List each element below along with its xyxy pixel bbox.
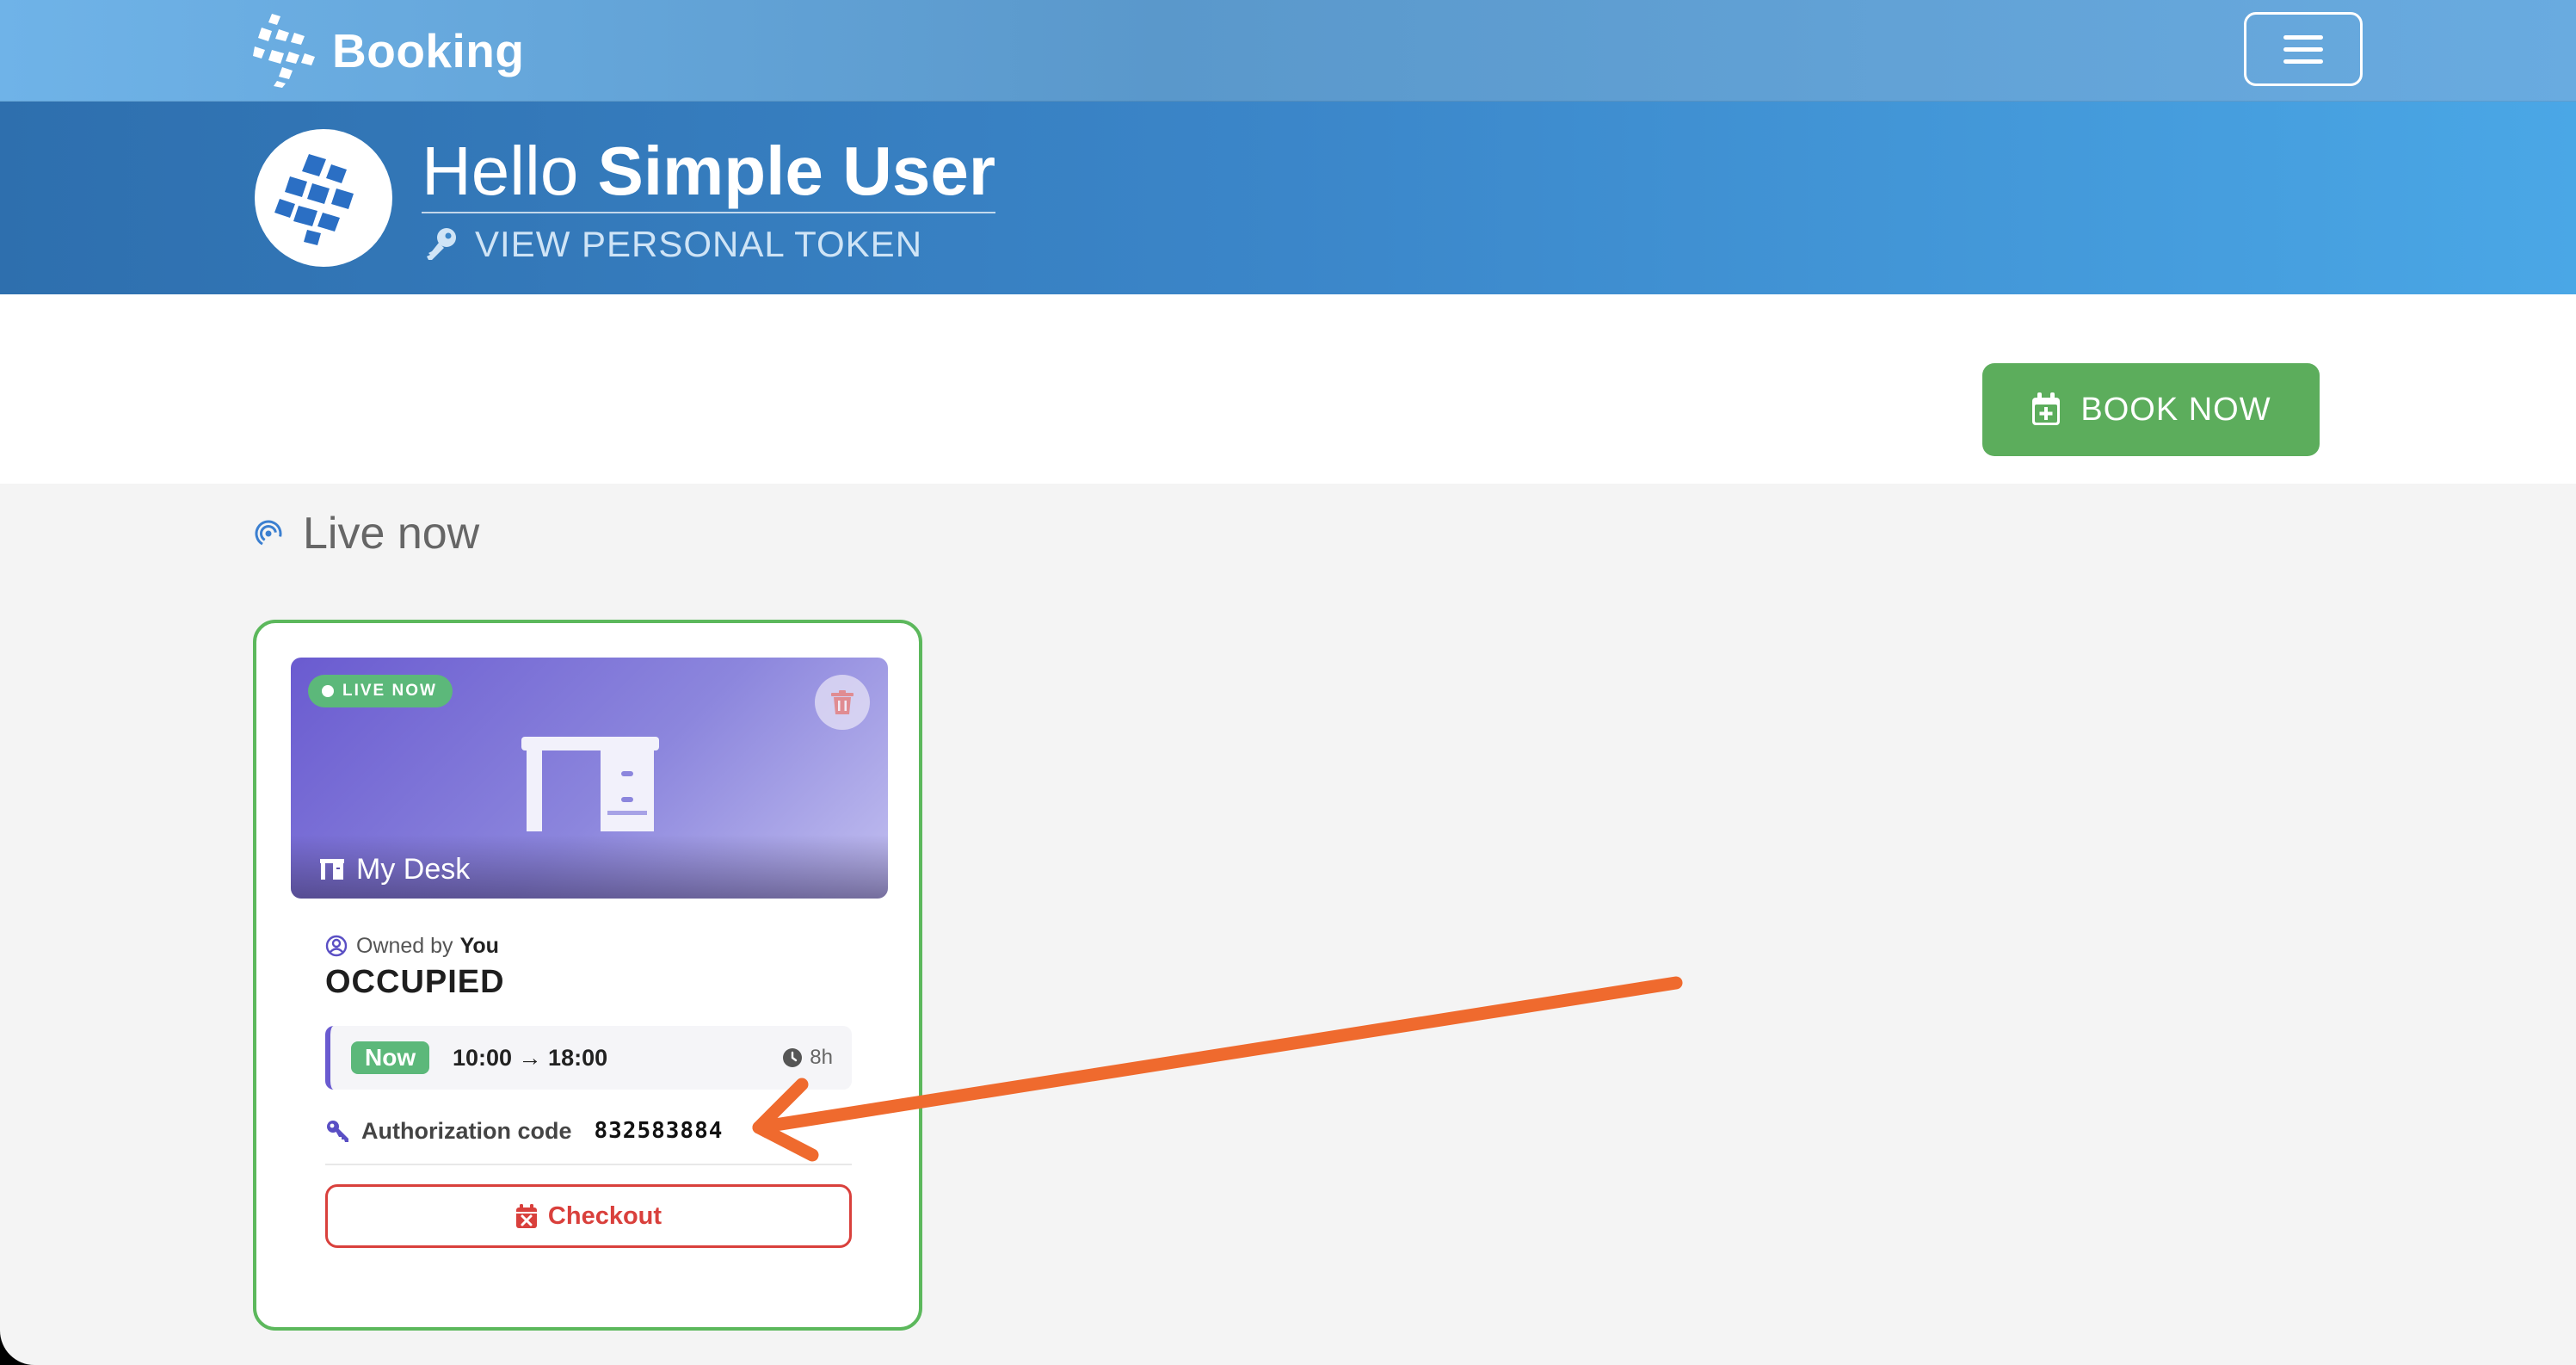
booking-status: OCCUPIED bbox=[325, 964, 505, 1000]
desk-small-icon bbox=[320, 859, 344, 880]
delete-booking-button[interactable] bbox=[815, 675, 870, 730]
view-personal-token-link[interactable]: VIEW PERSONAL TOKEN bbox=[422, 219, 922, 270]
authorization-code-value: 832583884 bbox=[594, 1118, 724, 1144]
clock-icon bbox=[783, 1048, 803, 1067]
live-now-title: Live now bbox=[303, 509, 480, 559]
menu-toggle-button[interactable] bbox=[2244, 12, 2363, 86]
book-now-button[interactable]: BOOK NOW bbox=[1982, 363, 2320, 456]
greeting-hello: Hello bbox=[422, 133, 579, 209]
resource-name-label: My Desk bbox=[356, 852, 471, 886]
trash-icon bbox=[831, 690, 854, 714]
authorization-code-label: Authorization code bbox=[361, 1117, 572, 1144]
avatar-logo-icon bbox=[274, 154, 354, 245]
brand-name: Booking bbox=[332, 24, 525, 77]
slot-duration: 8h bbox=[782, 1041, 833, 1074]
key-icon bbox=[427, 228, 456, 260]
action-bar: BOOK NOW bbox=[0, 294, 2576, 484]
hamburger-menu-icon bbox=[2283, 34, 2323, 40]
checkout-button[interactable]: Checkout bbox=[325, 1184, 852, 1248]
avatar bbox=[255, 129, 392, 267]
live-dot-icon bbox=[322, 685, 334, 697]
slot-time-range: 10:00 → 18:00 bbox=[453, 1044, 608, 1071]
key-icon bbox=[327, 1121, 348, 1142]
time-slot: Now 10:00 → 18:00 8h bbox=[325, 1026, 852, 1090]
live-now-heading: Live now bbox=[255, 506, 479, 561]
brand[interactable]: Booking bbox=[253, 12, 524, 90]
live-now-badge-label: LIVE NOW bbox=[342, 682, 437, 700]
brand-logo-icon bbox=[253, 14, 315, 88]
checkout-label: Checkout bbox=[547, 1201, 662, 1230]
owner-name: You bbox=[459, 933, 499, 958]
calendar-plus-icon bbox=[2032, 392, 2061, 425]
view-personal-token-label: VIEW PERSONAL TOKEN bbox=[475, 224, 923, 264]
owner-line: Owned by You bbox=[325, 931, 499, 960]
live-now-badge: LIVE NOW bbox=[308, 675, 453, 707]
slot-duration-label: 8h bbox=[810, 1046, 833, 1069]
navbar: Booking bbox=[0, 0, 2576, 102]
user-name: Simple User bbox=[597, 133, 995, 209]
greeting: Hello Simple User bbox=[422, 133, 995, 213]
booking-card: LIVE NOW My Desk Owned by You OCCUPIED N… bbox=[253, 620, 922, 1331]
book-now-label: BOOK NOW bbox=[2080, 391, 2271, 428]
card-divider bbox=[325, 1164, 852, 1165]
page: Booking Hello Simple User VIEW PERSONAL … bbox=[0, 0, 2576, 1365]
calendar-x-icon bbox=[515, 1204, 537, 1228]
now-badge: Now bbox=[351, 1041, 430, 1074]
authorization-code-row: Authorization code 832583884 bbox=[325, 1114, 723, 1148]
resource-name: My Desk bbox=[320, 850, 470, 888]
desk-icon bbox=[521, 737, 659, 831]
user-header: Hello Simple User VIEW PERSONAL TOKEN bbox=[0, 102, 2576, 294]
user-circle-icon bbox=[325, 935, 348, 957]
booking-card-image: LIVE NOW My Desk bbox=[291, 658, 888, 899]
broadcast-icon bbox=[255, 520, 282, 547]
owner-label: Owned by bbox=[356, 933, 453, 958]
